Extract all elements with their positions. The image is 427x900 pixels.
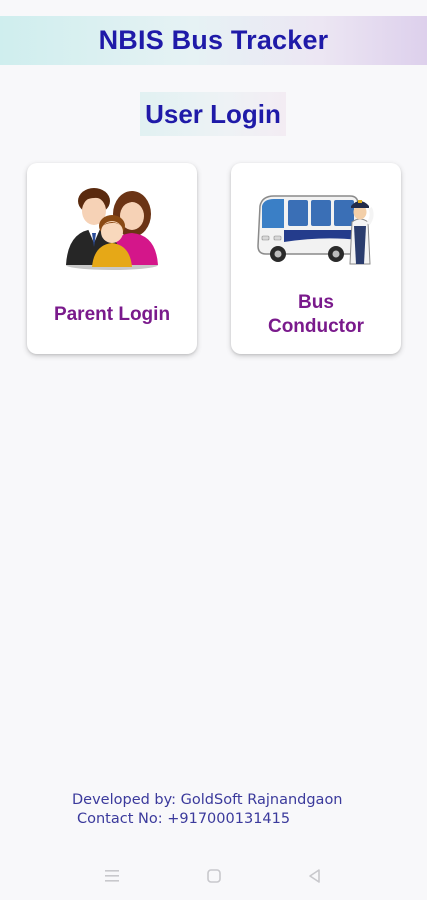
- bus-conductor-label: Bus Conductor: [231, 291, 401, 339]
- footer: Developed by: GoldSoft Rajnandgaon Conta…: [72, 791, 343, 829]
- home-icon[interactable]: [202, 864, 226, 888]
- parent-login-label: Parent Login: [53, 304, 171, 325]
- bus-conductor-card[interactable]: Bus Conductor: [231, 163, 401, 354]
- app-header: NBIS Bus Tracker: [0, 16, 427, 65]
- family-icon: [27, 179, 197, 273]
- app-screen: NBIS Bus Tracker User Login Parent Login…: [0, 0, 427, 900]
- bus-conductor-label-line1: Bus: [298, 292, 334, 313]
- menu-icon[interactable]: [100, 864, 124, 888]
- bus-conductor-label-line2: Conductor: [267, 316, 365, 337]
- bus-conductor-icon: [231, 179, 401, 273]
- developer-credit: Developed by: GoldSoft Rajnandgaon: [72, 792, 343, 808]
- parent-login-card[interactable]: Parent Login: [27, 163, 197, 354]
- section-title: User Login: [140, 92, 286, 136]
- contact-number: Contact No: +917000131415: [77, 811, 291, 827]
- system-navigation-bar: [0, 852, 427, 900]
- back-icon[interactable]: [303, 864, 327, 888]
- app-title: NBIS Bus Tracker: [98, 25, 329, 55]
